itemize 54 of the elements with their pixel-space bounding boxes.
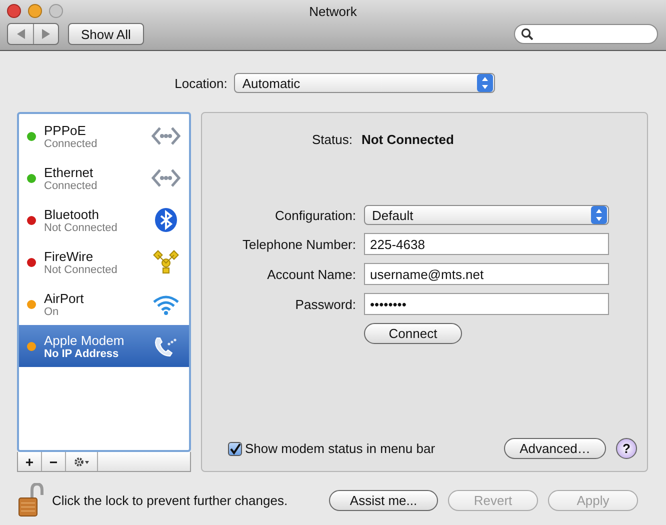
forward-icon: [42, 29, 50, 39]
service-name: FireWire: [44, 248, 94, 264]
back-icon: [16, 29, 24, 39]
service-name: Ethernet: [44, 164, 94, 180]
service-item[interactable]: Apple Modem No IP Address: [19, 325, 189, 367]
service-name: Bluetooth: [44, 206, 100, 222]
stepper-icon: [477, 74, 494, 92]
lock-message: Click the lock to prevent further changes.: [52, 492, 288, 508]
add-button[interactable]: +: [18, 452, 42, 471]
checkmark-icon: [229, 442, 241, 454]
service-name: PPPoE: [44, 122, 87, 138]
service-item[interactable]: FireWire Not Connected: [19, 241, 189, 283]
service-item[interactable]: AirPort On: [19, 283, 189, 325]
field-label: Password:: [294, 296, 356, 312]
gear-icon: [74, 456, 90, 466]
search-icon: [521, 28, 533, 40]
service-status: Connected: [44, 180, 98, 192]
firewire-icon: [151, 250, 181, 274]
action-button[interactable]: Assist me...: [329, 490, 438, 510]
close-icon[interactable]: [7, 4, 21, 18]
show-all-button[interactable]: Show All: [68, 23, 144, 45]
service-status: On: [44, 306, 60, 318]
service-item[interactable]: Bluetooth Not Connected: [19, 199, 189, 241]
service-name: Apple Modem: [44, 332, 126, 348]
advanced-button[interactable]: Advanced…: [504, 438, 606, 459]
padlock-icon[interactable]: [18, 483, 44, 517]
service-name: AirPort: [44, 290, 85, 306]
service-status: No IP Address: [44, 348, 120, 360]
stepper-icon: [591, 206, 607, 224]
service-status: Not Connected: [44, 264, 118, 276]
input-field[interactable]: 225-4638: [364, 233, 609, 255]
field-label: Configuration:: [274, 208, 356, 222]
window-title: Network: [309, 4, 357, 18]
remove-button[interactable]: −: [42, 452, 66, 471]
location-label: Location:: [174, 76, 228, 90]
configuration-popup[interactable]: Default: [364, 205, 609, 225]
help-button[interactable]: ?: [616, 438, 637, 459]
status-value: Not Connected: [361, 132, 454, 147]
service-status: Connected: [44, 138, 98, 150]
search-field[interactable]: [514, 24, 658, 44]
checkbox-label: Show modem status in menu bar: [245, 441, 436, 456]
service-status: Not Connected: [44, 222, 118, 234]
minimize-icon[interactable]: [28, 4, 42, 18]
connect-button[interactable]: Connect: [364, 323, 462, 344]
status-label: Status:: [312, 132, 352, 147]
input-field[interactable]: ••••••••: [364, 293, 609, 315]
service-item[interactable]: Ethernet Connected: [19, 157, 189, 199]
zoom-icon[interactable]: [49, 4, 63, 18]
service-item[interactable]: PPPoE Connected: [19, 115, 189, 157]
location-popup[interactable]: Automatic: [234, 73, 496, 93]
field-label: Account Name:: [266, 266, 356, 282]
field-label: Telephone Number:: [242, 236, 356, 252]
checkbox[interactable]: [228, 442, 242, 456]
input-field[interactable]: username@mts.net: [364, 263, 609, 285]
